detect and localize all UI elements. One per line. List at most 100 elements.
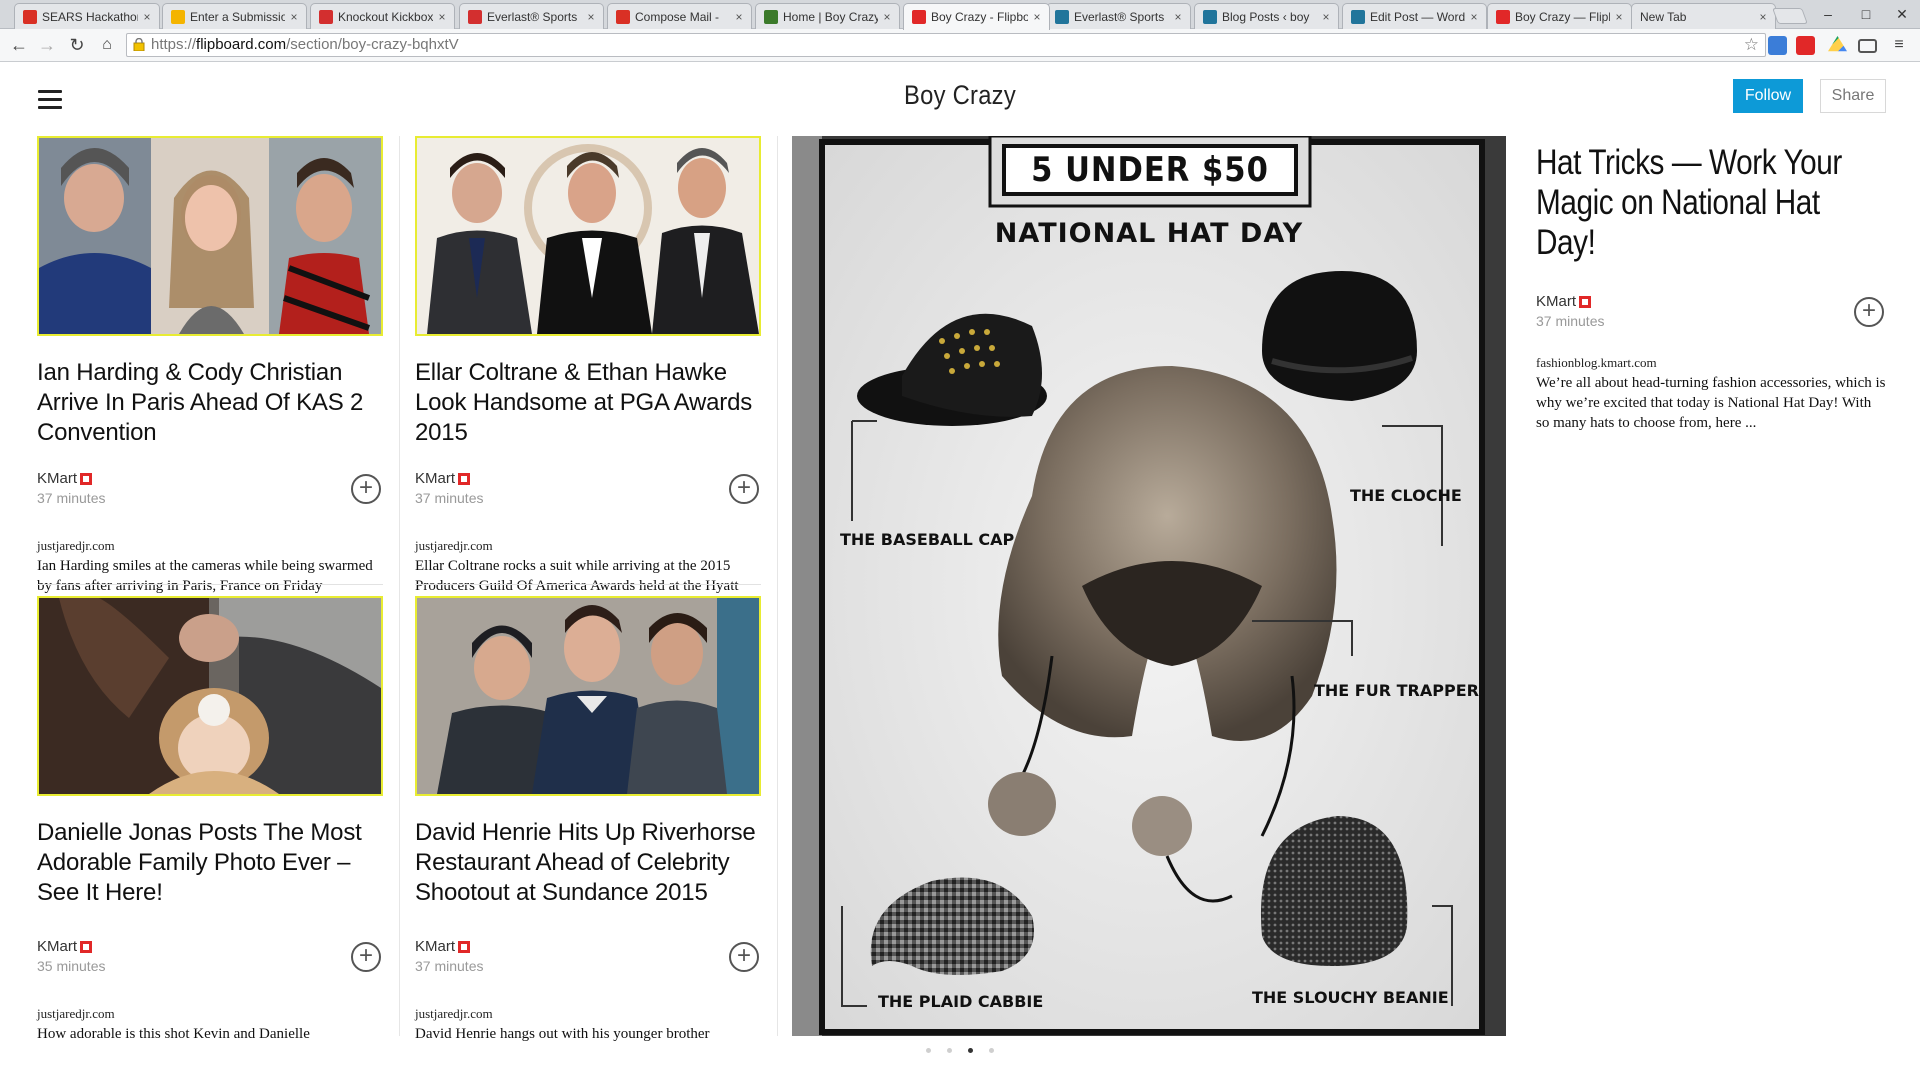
article-domain: justjaredjr.com [415,1006,493,1021]
page-dot[interactable] [968,1048,973,1053]
wordpress-icon [1203,9,1217,24]
hero-article-image[interactable]: 5 UNDER $50 NATIONAL HAT DAY THE BASEBAL… [792,136,1506,1036]
browser-tab-label: Knockout Kickboxing [338,9,433,24]
tab-close-icon[interactable]: × [881,10,893,24]
tab-close-icon[interactable]: × [1468,10,1480,24]
article-card[interactable]: Ellar Coltrane & Ethan Hawke Look Handso… [415,136,761,616]
article-excerpt: David Henrie hangs out with his younger … [415,1026,710,1042]
browser-tab[interactable]: Everlast® Sports × [1046,3,1191,29]
article-meta: KMart 37 minutes + [415,938,761,982]
k-icon [319,9,333,24]
home-icon[interactable]: ⌂ [96,34,118,56]
source-name[interactable]: KMart [37,938,77,955]
browser-tab[interactable]: Boy Crazy — Flipboard× [1487,3,1632,29]
reload-icon[interactable]: ↻ [66,34,88,56]
browser-tab-label: SEARS Hackathon [42,9,138,24]
back-icon[interactable]: ← [8,34,30,56]
add-plus-icon[interactable]: + [351,942,381,972]
tab-close-icon[interactable]: × [1172,10,1184,24]
add-plus-icon[interactable]: + [351,474,381,504]
feature-excerpt: We’re all about head-turning fashion acc… [1536,375,1886,431]
minimize-icon[interactable]: – [1814,3,1842,25]
article-title[interactable]: David Henrie Hits Up Riverhorse Restaura… [415,818,761,908]
add-plus-icon[interactable]: + [729,474,759,504]
tab-close-icon[interactable]: × [1031,10,1043,24]
timestamp: 37 minutes [415,958,484,974]
url-scheme: https:// [151,36,197,53]
article-title[interactable]: Ian Harding & Cody Christian Arrive In P… [37,358,383,448]
tab-close-icon[interactable]: × [288,10,300,24]
article-domain: justjaredjr.com [415,538,493,553]
browser-tab[interactable]: Compose Mail - × [607,3,752,29]
browser-tab[interactable]: Blog Posts ‹ boy × [1194,3,1339,29]
article-domain: justjaredjr.com [37,1006,115,1021]
browser-tab-label: Boy Crazy — Flipboard [1515,9,1610,24]
browser-tab[interactable]: Boy Crazy - Flipboard× [903,3,1050,30]
browser-tab[interactable]: Enter a Submission × [162,3,307,29]
flipboard-badge-icon [1579,295,1592,308]
label-fur-trapper: THE FUR TRAPPER [1314,681,1479,700]
source-name[interactable]: KMart [415,470,455,487]
article-thumbnail[interactable] [415,596,761,796]
article-thumbnail[interactable] [415,136,761,336]
column-divider [399,136,400,1036]
follow-button[interactable]: Follow [1733,79,1803,113]
hero-heading: NATIONAL HAT DAY [994,218,1304,249]
address-bar[interactable]: https://flipboard.com/section/boy-crazy-… [126,33,1766,57]
page-dot[interactable] [926,1048,931,1053]
share-button[interactable]: Share [1820,79,1886,113]
new-tab-button[interactable] [1772,8,1808,24]
forward-icon[interactable]: → [36,34,58,56]
browser-tab[interactable]: Edit Post — Word × [1342,3,1487,29]
chrome-menu-icon[interactable]: ≡ [1888,34,1910,56]
article-card[interactable]: Ian Harding & Cody Christian Arrive In P… [37,136,383,616]
tab-close-icon[interactable]: × [1320,10,1332,24]
article-thumbnail[interactable] [37,136,383,336]
source-name[interactable]: KMart [415,938,455,955]
tab-close-icon[interactable]: × [1757,10,1769,24]
timestamp: 37 minutes [415,490,484,506]
tab-close-icon[interactable]: × [1613,10,1625,24]
browser-tab-strip: SEARS Hackathon × Enter a Submission × Knock… [0,0,1920,30]
bookmark-star-icon[interactable]: ☆ [1744,34,1759,56]
browser-tab-label: Everlast® Sports [1074,9,1165,24]
article-title[interactable]: Danielle Jonas Posts The Most Adorable F… [37,818,383,908]
google-drive-icon[interactable] [1828,36,1847,52]
source-name[interactable]: KMart [37,470,77,487]
article-meta: KMart 35 minutes + [37,938,383,982]
browser-tab[interactable]: New Tab × [1631,3,1776,29]
browser-tab[interactable]: Everlast® Sports × [459,3,604,29]
browser-tab[interactable]: Knockout Kickboxing× [310,3,455,29]
page-dot[interactable] [947,1048,952,1053]
timestamp: 37 minutes [1536,313,1605,329]
article-card[interactable]: Danielle Jonas Posts The Most Adorable F… [37,596,383,1044]
feature-article[interactable]: Hat Tricks — Work Your Magic on National… [1536,143,1886,433]
feature-title[interactable]: Hat Tricks — Work Your Magic on National… [1536,143,1886,263]
wordpress-icon [1055,9,1069,24]
tab-close-icon[interactable]: × [436,10,448,24]
hamburger-menu-icon[interactable] [38,90,62,110]
browser-tab[interactable]: Home | Boy Crazy × [755,3,900,29]
flipboard-extension-icon[interactable] [1796,36,1815,55]
tab-close-icon[interactable]: × [141,10,153,24]
feature-meta: KMart 37 minutes + [1536,293,1886,337]
browser-tab-label: Edit Post — Word [1370,9,1465,24]
article-title[interactable]: Ellar Coltrane & Ethan Hawke Look Handso… [415,358,761,448]
add-plus-icon[interactable]: + [1854,297,1884,327]
article-thumbnail[interactable] [37,596,383,796]
tab-close-icon[interactable]: × [585,10,597,24]
maximize-icon[interactable]: □ [1852,3,1880,25]
cast-icon[interactable] [1858,39,1877,53]
article-card[interactable]: David Henrie Hits Up Riverhorse Restaura… [415,596,761,1044]
calendar-extension-icon[interactable] [1768,36,1787,55]
close-window-icon[interactable]: ✕ [1888,3,1916,25]
tab-close-icon[interactable]: × [733,10,745,24]
feature-domain: fashionblog.kmart.com [1536,355,1657,370]
add-plus-icon[interactable]: + [729,942,759,972]
flipboard-badge-icon [80,472,93,485]
page-dot[interactable] [989,1048,994,1053]
label-plaid-cabbie: THE PLAID CABBIE [878,992,1044,1011]
browser-tab[interactable]: SEARS Hackathon × [14,3,160,29]
source-name[interactable]: KMart [1536,293,1576,310]
label-cloche: THE CLOCHE [1350,486,1462,505]
